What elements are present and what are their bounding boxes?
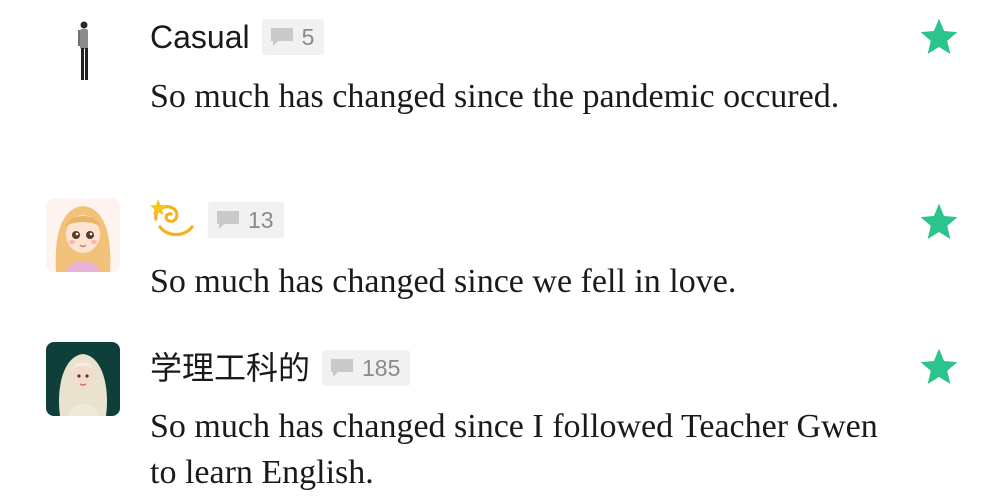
comment-header: 💫 13 [150, 197, 284, 243]
reply-count: 13 [248, 206, 274, 233]
comment-item: Casual 5 So much has changed since the p… [0, 0, 1001, 180]
reply-count-badge[interactable]: 13 [208, 202, 284, 238]
user-avatar[interactable] [46, 198, 120, 272]
username[interactable]: 学理工科的 [150, 348, 310, 388]
comment-item: 学理工科的 185 So much has changed since I fo… [0, 330, 1001, 500]
cartoon-girl-avatar [46, 198, 120, 272]
comment-header: Casual 5 [150, 17, 325, 57]
comment-text: So much has changed since I followed Tea… [150, 408, 878, 491]
blonde-woman-photo-avatar [46, 342, 120, 416]
user-avatar[interactable] [46, 10, 120, 84]
comment-text: So much has changed since we fell in lov… [150, 263, 737, 300]
star-icon[interactable] [918, 201, 960, 243]
dizzy-emoji-icon[interactable] [150, 197, 196, 243]
comment-item: 💫 13 So much has changed since we fell i… [0, 180, 1001, 330]
reply-count: 5 [301, 23, 315, 50]
comment-text: So much has changed since the pandemic o… [150, 78, 840, 115]
comment-bubble-icon [331, 359, 354, 377]
reply-count-badge[interactable]: 5 [261, 19, 325, 55]
comment-header: 学理工科的 185 [150, 348, 411, 388]
username[interactable]: Casual [150, 17, 250, 57]
comment-bubble-icon [217, 211, 239, 229]
reply-count-badge[interactable]: 185 [322, 350, 411, 386]
comment-bubble-icon [270, 28, 293, 46]
standing-person-icon [46, 10, 120, 84]
reply-count: 185 [362, 354, 401, 381]
star-icon[interactable] [918, 346, 960, 388]
star-icon[interactable] [918, 16, 960, 58]
user-avatar[interactable] [46, 342, 120, 416]
